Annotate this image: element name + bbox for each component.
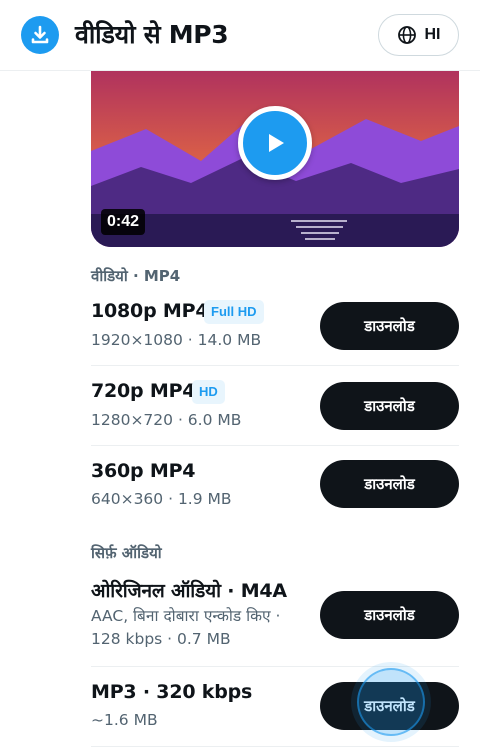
video-duration: 0:42 [101, 209, 146, 235]
section-label-video: वीडियो · MP4 [91, 267, 181, 285]
divider [91, 445, 459, 446]
divider [91, 365, 459, 366]
format-details-line2: 128 kbps · 0.7 MB [91, 630, 231, 648]
format-row-360p: 360p MP4 640×360 · 1.9 MB डाउनलोड [91, 458, 459, 518]
format-row-1080p: 1080p MP4 Full HD 1920×1080 · 14.0 MB डा… [91, 298, 459, 358]
quality-badge: HD [192, 380, 225, 404]
format-row-720p: 720p MP4 HD 1280×720 · 6.0 MB डाउनलोड [91, 378, 459, 438]
download-button-1080p[interactable]: डाउनलोड [320, 302, 459, 350]
format-title: 1080p MP4 [91, 300, 209, 322]
play-button[interactable] [238, 106, 312, 180]
format-title: 360p MP4 [91, 460, 196, 482]
download-button-m4a[interactable]: डाउनलोड [320, 591, 459, 639]
download-button-360p[interactable]: डाउनलोड [320, 460, 459, 508]
format-details: ~1.6 MB [91, 711, 158, 729]
format-details: 1920×1080 · 14.0 MB [91, 331, 262, 349]
format-row-m4a: ओरिजिनल ऑडियो · M4A AAC, बिना दोबारा एन्… [91, 575, 459, 655]
language-code: HI [424, 26, 441, 43]
divider [91, 746, 459, 747]
app-header: वीडियो से MP3 HI [0, 0, 480, 71]
play-icon [269, 134, 284, 152]
page-title: वीडियो से MP3 [75, 20, 229, 49]
video-preview[interactable]: 0:42 [91, 71, 459, 247]
format-title: 720p MP4 [91, 380, 196, 402]
download-button-720p[interactable]: डाउनलोड [320, 382, 459, 430]
globe-icon [397, 26, 416, 44]
divider [91, 666, 459, 667]
format-details: 1280×720 · 6.0 MB [91, 411, 242, 429]
format-details: 640×360 · 1.9 MB [91, 490, 232, 508]
section-label-audio: सिर्फ़ ऑडियो [91, 544, 162, 562]
tap-highlight [357, 668, 425, 736]
quality-badge: Full HD [204, 300, 264, 324]
download-circle-icon [21, 16, 59, 54]
format-details-line1: AAC, बिना दोबारा एन्कोड किए · [91, 607, 281, 625]
language-button[interactable]: HI [378, 14, 459, 56]
format-title: MP3 · 320 kbps [91, 681, 253, 703]
format-title: ओरिजिनल ऑडियो · M4A [91, 580, 287, 602]
